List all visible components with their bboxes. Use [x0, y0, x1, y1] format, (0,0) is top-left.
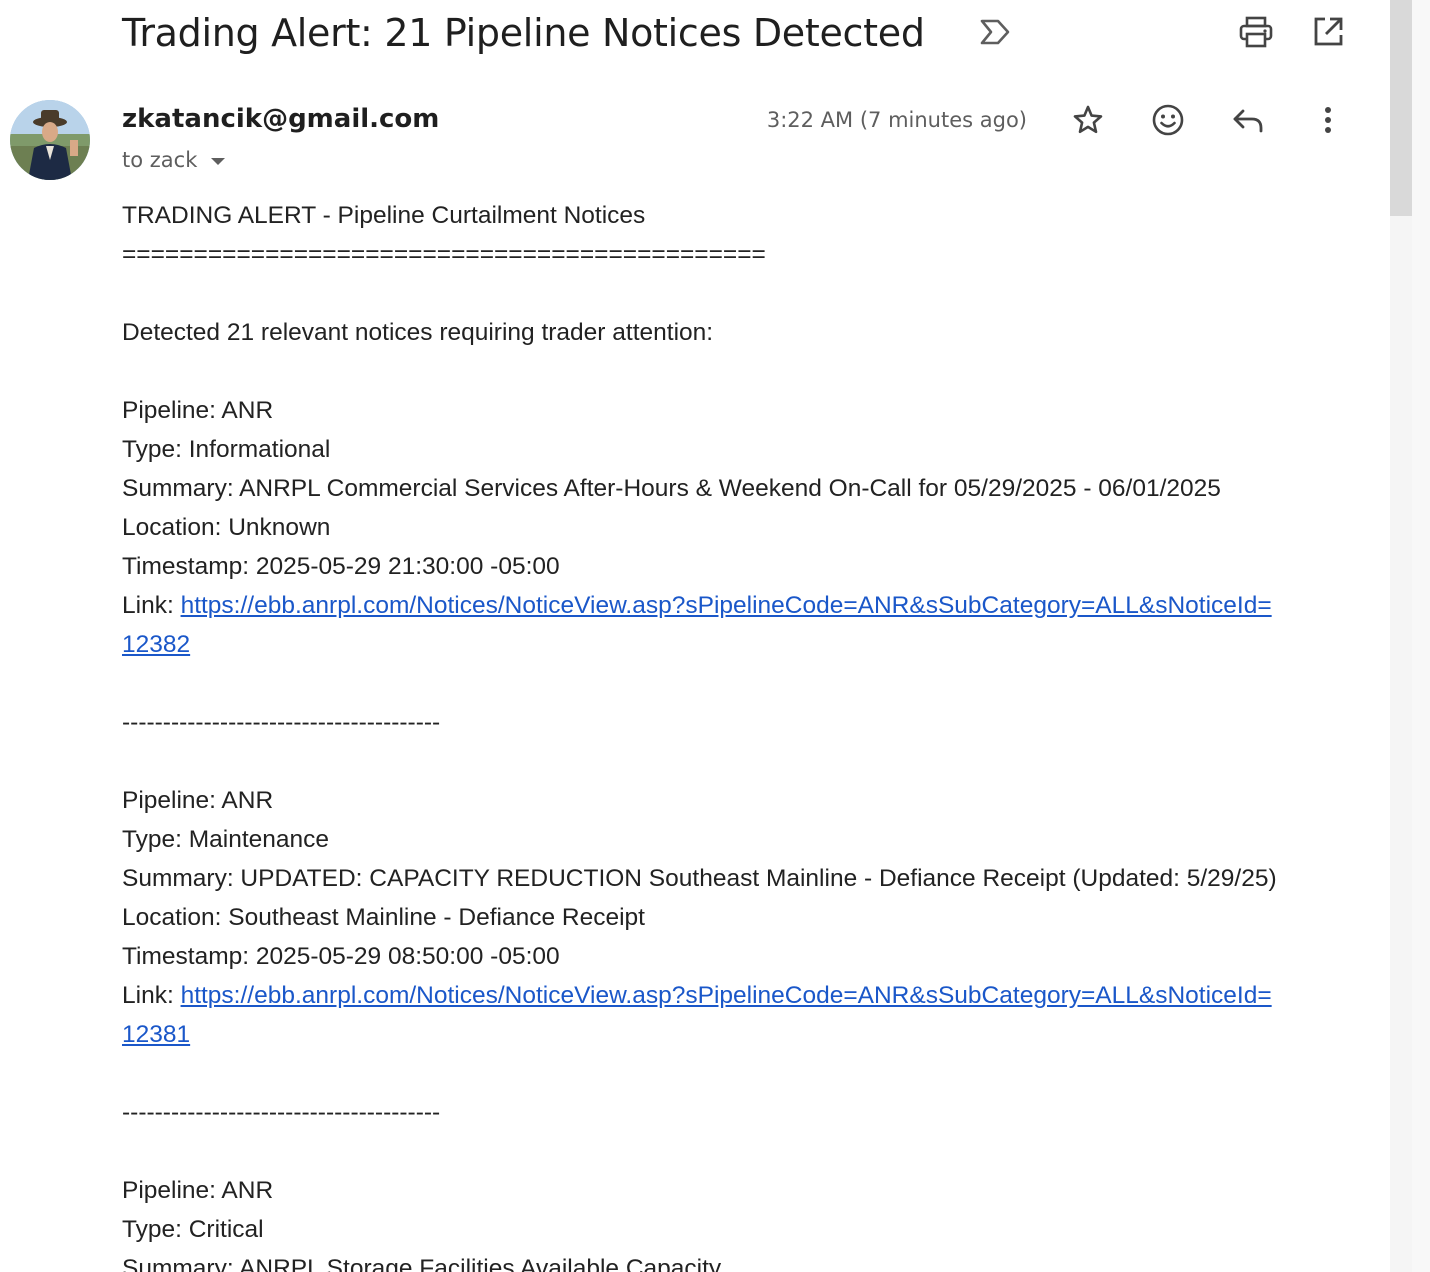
emoji-reaction-icon[interactable]	[1148, 100, 1188, 140]
open-in-new-window-icon[interactable]	[1308, 12, 1348, 52]
label-important-icon[interactable]	[978, 17, 1012, 47]
notice-link-label: Link:	[122, 982, 181, 1009]
email-timestamp: 3:22 AM (7 minutes ago)	[766, 108, 1027, 132]
notice-separator: ---------------------------------------	[122, 709, 441, 736]
notice-link-continued: 12381	[122, 1015, 1362, 1054]
notice-separator: ---------------------------------------	[122, 1099, 441, 1126]
notice-timestamp: Timestamp: 2025-05-29 21:30:00 -05:00	[122, 553, 560, 580]
notice-type: Type: Critical	[122, 1216, 264, 1243]
notice-type: Type: Informational	[122, 436, 331, 463]
recipients-label: to zack	[122, 148, 198, 172]
notice-type: Type: Maintenance	[122, 826, 330, 853]
scrollbar-track	[1412, 0, 1430, 1272]
body-rule: ========================================…	[122, 241, 766, 268]
notice-link-row: Link: https://ebb.anrpl.com/Notices/Noti…	[122, 976, 1362, 1015]
sender-email[interactable]: zkatancik@gmail.com	[122, 102, 439, 136]
scrollbar-thumb[interactable]	[1390, 0, 1412, 216]
notice-link[interactable]: https://ebb.anrpl.com/Notices/NoticeView…	[181, 982, 1272, 1009]
notice-location: Location: Unknown	[122, 514, 331, 541]
print-icon[interactable]	[1236, 12, 1276, 52]
notice-timestamp: Timestamp: 2025-05-29 08:50:00 -05:00	[122, 943, 560, 970]
notice-pipeline: Pipeline: ANR	[122, 397, 274, 424]
notice-link-id[interactable]: 12382	[122, 631, 190, 658]
recipients-toggle[interactable]: to zack	[122, 145, 226, 175]
notice-pipeline: Pipeline: ANR	[122, 787, 274, 814]
notice-location: Location: Southeast Mainline - Defiance …	[122, 904, 645, 931]
avatar[interactable]	[10, 100, 90, 180]
star-icon[interactable]	[1068, 100, 1108, 140]
notice-pipeline: Pipeline: ANR	[122, 1177, 274, 1204]
body-intro: Detected 21 relevant notices requiring t…	[122, 319, 714, 346]
reply-icon[interactable]	[1228, 100, 1268, 140]
notice-link-label: Link:	[122, 592, 181, 619]
more-vertical-icon[interactable]	[1308, 100, 1348, 140]
notice-link[interactable]: https://ebb.anrpl.com/Notices/NoticeView…	[181, 592, 1272, 619]
notice-summary: Summary: UPDATED: CAPACITY REDUCTION Sou…	[122, 865, 1277, 892]
notice-link-id[interactable]: 12381	[122, 1021, 190, 1048]
notice-summary: Summary: ANRPL Commercial Services After…	[122, 475, 1221, 502]
notice-link-continued: 12382	[122, 625, 1362, 664]
email-subject: Trading Alert: 21 Pipeline Notices Detec…	[122, 11, 925, 55]
caret-down-icon[interactable]	[211, 158, 226, 165]
email-body: TRADING ALERT - Pipeline Curtailment Not…	[122, 196, 1362, 1272]
body-heading: TRADING ALERT - Pipeline Curtailment Not…	[122, 202, 646, 229]
notice-summary: Summary: ANRPL Storage Facilities Availa…	[122, 1255, 722, 1272]
notice-link-row: Link: https://ebb.anrpl.com/Notices/Noti…	[122, 586, 1362, 625]
scrollbar[interactable]	[1390, 0, 1430, 1272]
